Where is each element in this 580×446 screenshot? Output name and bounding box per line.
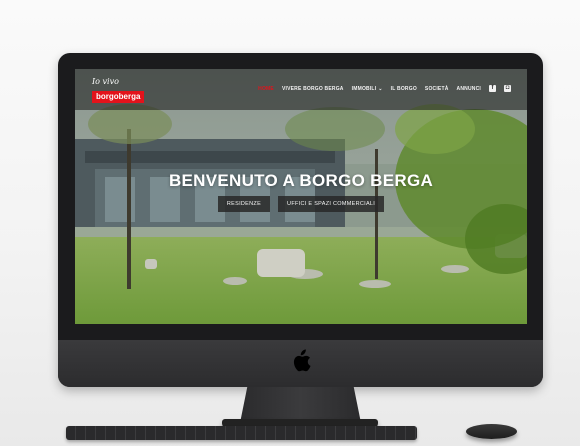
monitor-stand (240, 387, 361, 423)
hero-buttons: RESIDENZE UFFICI E SPAZI COMMERCIALI (75, 196, 527, 212)
nav-item-vivere-borgo-berga[interactable]: VIVERE BORGO BERGA (282, 86, 344, 92)
monitor-screen: Io vivo borgoberga HOME VIVERE BORGO BER… (75, 69, 527, 324)
site-logo[interactable]: Io vivo borgoberga (92, 77, 145, 104)
chevron-down-icon: ⌄ (378, 85, 383, 92)
logo-brand: borgoberga (92, 91, 145, 103)
residenze-button[interactable]: RESIDENZE (217, 196, 271, 212)
nav-item-il-borgo[interactable]: IL BORGO (391, 86, 417, 92)
keyboard (66, 426, 417, 440)
nav-item-societa[interactable]: SOCIETÀ (425, 86, 449, 92)
nav-item-home[interactable]: HOME (258, 86, 274, 92)
nav-item-immobili-label: IMMOBILI (351, 85, 377, 92)
nav-item-annunci[interactable]: ANNUNCI (457, 86, 481, 92)
instagram-icon[interactable]: ◘ (504, 85, 511, 92)
main-navigation: HOME VIVERE BORGO BERGA IMMOBILI ⌄ IL BOR… (258, 85, 511, 92)
facebook-icon[interactable]: f (489, 85, 496, 92)
uffici-spazi-commerciali-button[interactable]: UFFICI E SPAZI COMMERCIALI (278, 196, 385, 212)
logo-tagline: Io vivo (92, 77, 119, 86)
site-header: Io vivo borgoberga HOME VIVERE BORGO BER… (75, 69, 527, 110)
mouse (466, 424, 517, 439)
apple-logo-icon (293, 349, 311, 372)
nav-item-immobili[interactable]: IMMOBILI ⌄ (352, 86, 383, 92)
hero-title: BENVENUTO A BORGO BERGA (168, 171, 434, 190)
